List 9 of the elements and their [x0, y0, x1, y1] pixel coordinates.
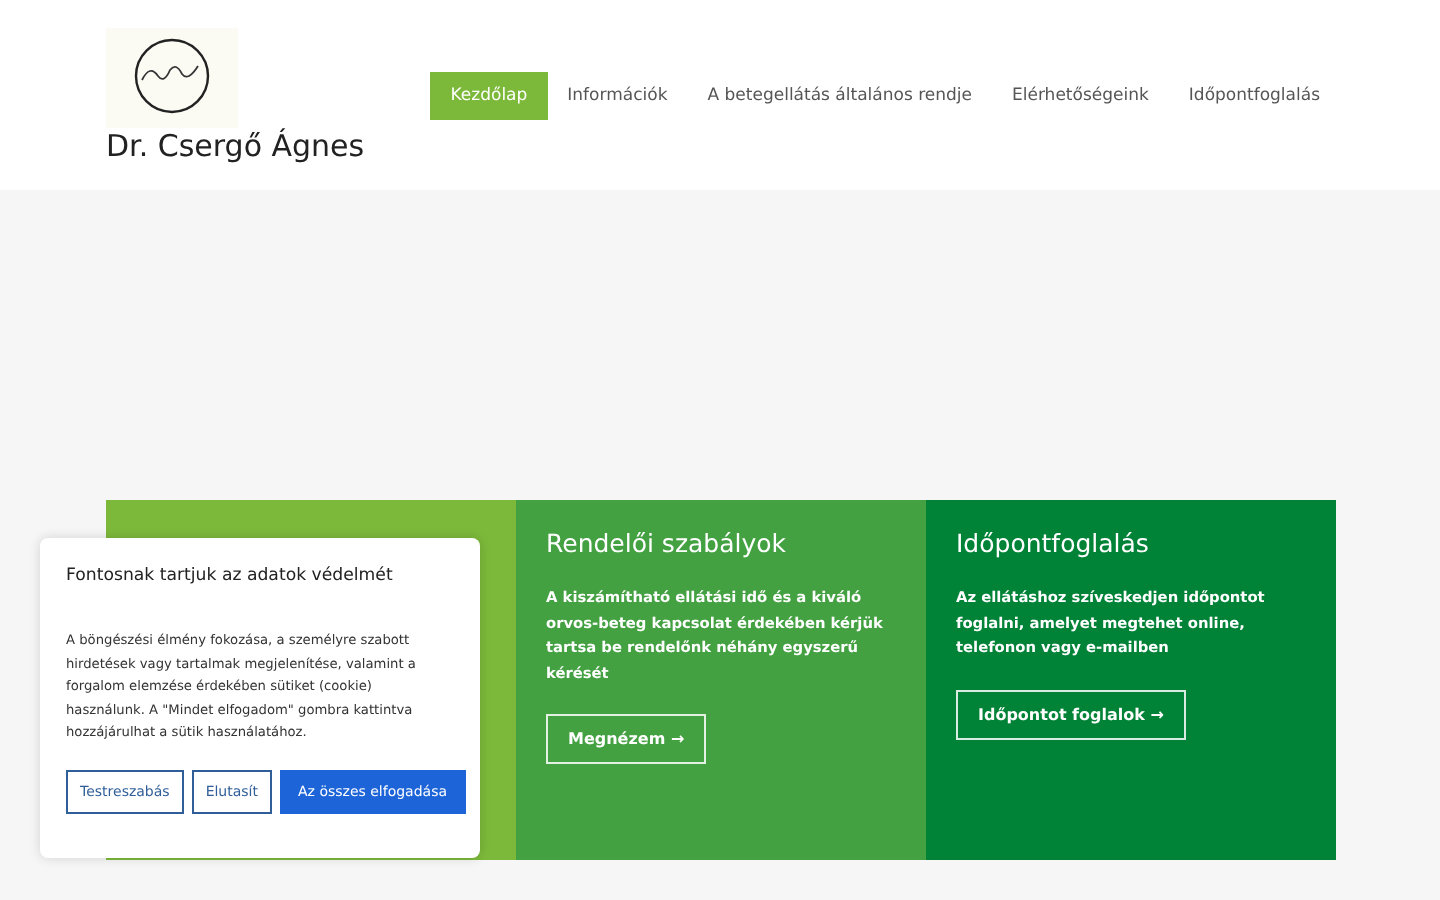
- cookie-title: Fontosnak tartjuk az adatok védelmét: [66, 566, 395, 586]
- card-title: Rendelői szabályok: [546, 528, 789, 558]
- nav-link[interactable]: Időpontfoglalás: [1168, 72, 1340, 120]
- card-button[interactable]: Időpontot foglalok →: [956, 689, 1186, 740]
- nav-link[interactable]: A betegellátás általános rendje: [687, 72, 992, 120]
- nav-link[interactable]: Elérhetőségeink: [992, 72, 1169, 120]
- site-title: Dr. Csergő Ágnes: [106, 128, 365, 164]
- nav-link[interactable]: Információk: [547, 72, 688, 120]
- card-title: Időpontfoglalás: [956, 528, 1151, 558]
